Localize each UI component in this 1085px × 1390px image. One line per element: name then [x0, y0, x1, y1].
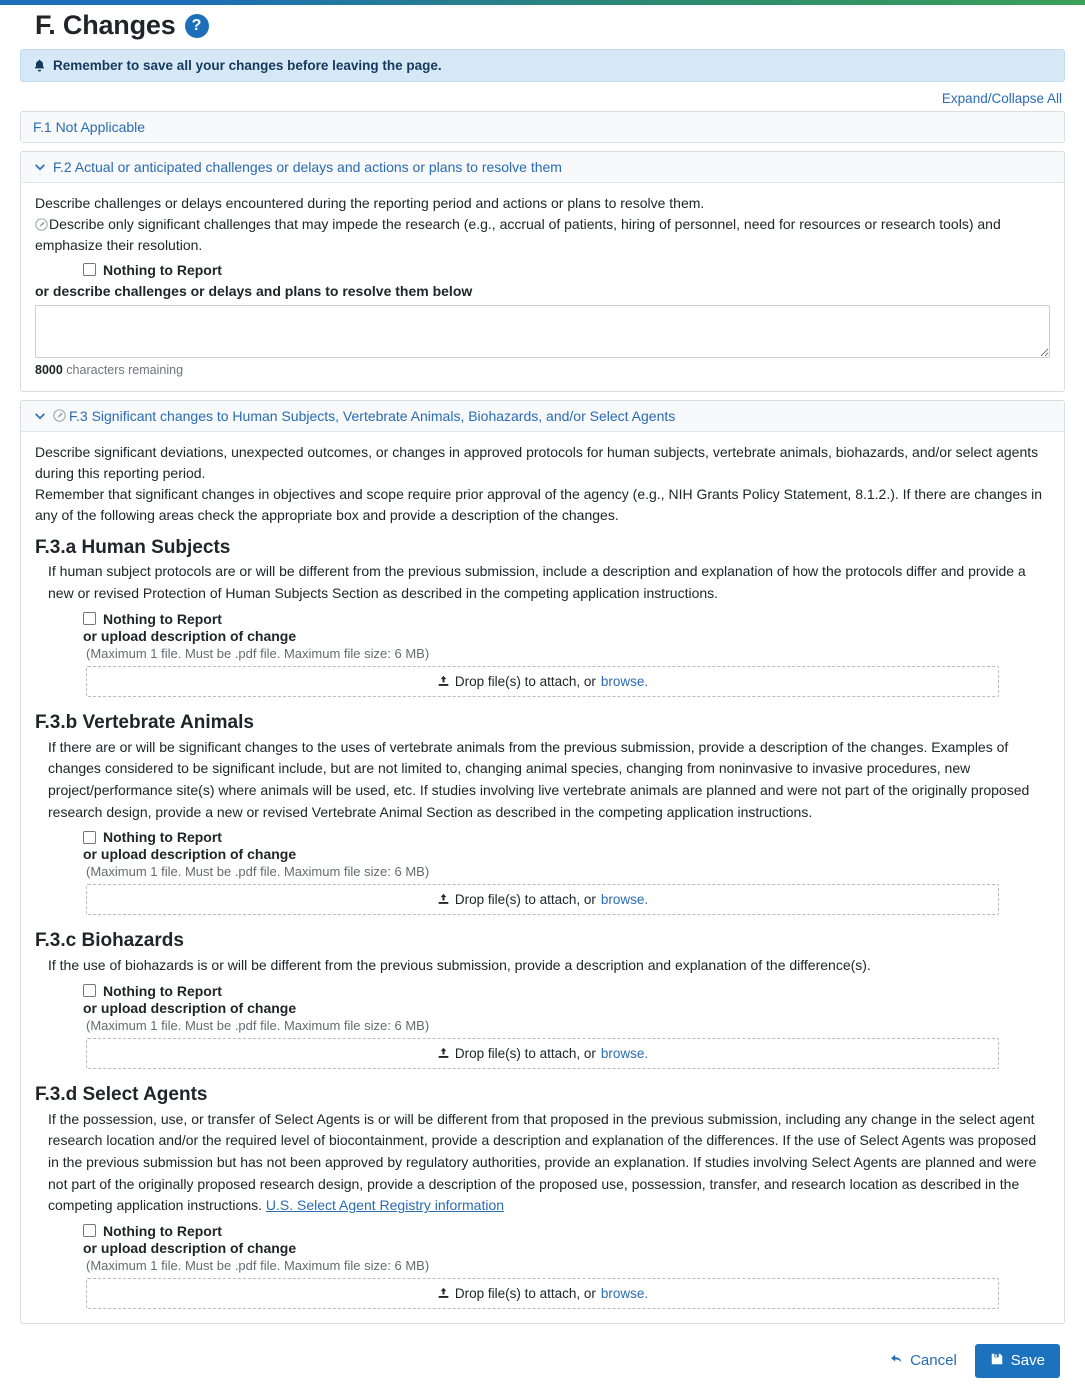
floppy-disk-icon — [990, 1352, 1004, 1370]
f2-description-textarea[interactable] — [35, 304, 1050, 358]
f3-paragraph-2: Remember that significant changes in obj… — [35, 485, 1042, 523]
footer-actions: Cancel Save — [20, 1332, 1065, 1390]
f3a-nothing-to-report-label: Nothing to Report — [103, 610, 222, 627]
f2-nothing-to-report-label: Nothing to Report — [103, 261, 222, 278]
f3b-nothing-to-report-checkbox[interactable] — [83, 830, 96, 844]
f3-paragraph-1: Describe significant deviations, unexpec… — [35, 443, 1039, 481]
subsection-heading-f3b: F.3.b Vertebrate Animals — [35, 711, 254, 733]
expand-collapse-row: Expand/Collapse All — [20, 82, 1065, 111]
f3c-or-upload-label: or upload description of change — [83, 999, 297, 1016]
f2-character-counter-number: 8000 — [35, 362, 63, 377]
page-title-row: F. Changes ? — [20, 5, 1065, 49]
question-circle-icon[interactable]: ? — [184, 13, 209, 38]
guidance-icon[interactable] — [53, 409, 67, 423]
f3d-or-upload-label: or upload description of change — [83, 1239, 297, 1256]
f3c-dropzone-text: Drop file(s) to attach, or — [454, 1045, 596, 1061]
f3b-file-dropzone[interactable]: Drop file(s) to attach, or browse. — [86, 884, 999, 916]
subsection-heading-f3a: F.3.a Human Subjects — [35, 536, 231, 558]
f3a-file-dropzone[interactable]: Drop file(s) to attach, or browse. — [86, 665, 999, 697]
upload-icon — [437, 1047, 450, 1060]
f3a-browse-link[interactable]: browse. — [601, 674, 648, 689]
cancel-button-label: Cancel — [910, 1352, 957, 1370]
section-card-f3: F.3 Significant changes to Human Subject… — [20, 399, 1065, 1324]
f3a-nothing-to-report-row[interactable]: Nothing to Report — [83, 611, 1050, 627]
page-container: F. Changes ? Remember to save all your c… — [0, 5, 1085, 1390]
section-header-f2[interactable]: F.2 Actual or anticipated challenges or … — [21, 151, 1064, 183]
section-body-f2: Describe challenges or delays encountere… — [21, 183, 1064, 391]
f3b-dropzone-text: Drop file(s) to attach, or — [454, 892, 596, 908]
section-card-f2: F.2 Actual or anticipated challenges or … — [20, 150, 1065, 392]
cancel-button[interactable]: Cancel — [887, 1348, 959, 1374]
page-title: F. Changes — [35, 10, 176, 40]
f2-character-counter-suffix: characters remaining — [66, 362, 184, 377]
upload-icon — [437, 675, 450, 688]
subsection-heading-f3d: F.3.d Select Agents — [35, 1083, 208, 1105]
f3b-or-upload-label: or upload description of change — [83, 846, 297, 863]
expand-collapse-all-link[interactable]: Expand/Collapse All — [942, 91, 1062, 106]
subsection-heading-f3c: F.3.c Biohazards — [35, 930, 184, 952]
f2-paragraph-2-row: Describe only significant challenges tha… — [35, 214, 1050, 256]
subsection-f3d: F.3.d Select Agents If the possession, u… — [35, 1083, 1050, 1309]
subsection-f3c: F.3.c Biohazards If the use of biohazard… — [35, 929, 1050, 1069]
f3a-dropzone-text: Drop file(s) to attach, or — [454, 673, 596, 689]
f3c-file-hint: (Maximum 1 file. Must be .pdf file. Maxi… — [86, 1017, 430, 1033]
f3b-nothing-to-report-row[interactable]: Nothing to Report — [83, 829, 1050, 845]
f3b-browse-link[interactable]: browse. — [601, 892, 648, 907]
f3d-dropzone-text: Drop file(s) to attach, or — [454, 1285, 596, 1301]
upload-icon — [437, 893, 450, 906]
f2-nothing-to-report-checkbox[interactable] — [83, 263, 96, 277]
f3d-file-hint: (Maximum 1 file. Must be .pdf file. Maxi… — [86, 1257, 430, 1273]
bell-icon — [33, 58, 46, 72]
f3c-nothing-to-report-row[interactable]: Nothing to Report — [83, 983, 1050, 999]
save-button-label: Save — [1010, 1352, 1045, 1370]
subsection-f3b: F.3.b Vertebrate Animals If there are or… — [35, 711, 1050, 916]
section-header-f3[interactable]: F.3 Significant changes to Human Subject… — [21, 400, 1064, 432]
f2-character-counter: 8000 characters remaining — [35, 363, 1050, 377]
f2-or-describe-label: or describe challenges or delays and pla… — [35, 282, 473, 299]
f2-textarea-wrap — [35, 304, 1050, 361]
f3b-file-hint: (Maximum 1 file. Must be .pdf file. Maxi… — [86, 864, 430, 880]
section-header-f1[interactable]: F.1 Not Applicable — [21, 111, 1064, 142]
chevron-down-icon[interactable] — [33, 409, 47, 423]
upload-icon — [437, 1287, 450, 1300]
section-card-f1: F.1 Not Applicable — [20, 110, 1065, 143]
f3d-nothing-to-report-row[interactable]: Nothing to Report — [83, 1223, 1050, 1239]
f2-nothing-to-report-row[interactable]: Nothing to Report — [83, 262, 1050, 278]
subsection-body-f3d: If the possession, use, or transfer of S… — [48, 1110, 1037, 1214]
subsection-body-f3b: If there are or will be significant chan… — [48, 738, 1030, 820]
save-button[interactable]: Save — [974, 1343, 1060, 1378]
f3c-nothing-to-report-label: Nothing to Report — [103, 982, 222, 999]
back-arrow-icon — [889, 1352, 904, 1370]
alert-text: Remember to save all your changes before… — [53, 57, 442, 73]
f2-paragraph-2: Describe only significant challenges tha… — [35, 215, 1001, 253]
section-body-f3: Describe significant deviations, unexpec… — [21, 432, 1064, 1323]
section-title-f2: F.2 Actual or anticipated challenges or … — [53, 158, 562, 175]
f3d-nothing-to-report-checkbox[interactable] — [83, 1224, 96, 1238]
guidance-icon[interactable] — [35, 216, 49, 231]
subsection-body-f3c: If the use of biohazards is or will be d… — [48, 957, 871, 974]
section-title-f1: F.1 Not Applicable — [33, 118, 146, 135]
f3d-browse-link[interactable]: browse. — [601, 1286, 648, 1301]
f3d-nothing-to-report-label: Nothing to Report — [103, 1222, 222, 1239]
f3c-nothing-to-report-checkbox[interactable] — [83, 984, 96, 998]
f3d-file-dropzone[interactable]: Drop file(s) to attach, or browse. — [86, 1277, 999, 1309]
f2-paragraph-1: Describe challenges or delays encountere… — [35, 194, 705, 211]
f3a-file-hint: (Maximum 1 file. Must be .pdf file. Maxi… — [86, 645, 430, 661]
chevron-down-icon[interactable] — [33, 160, 47, 174]
subsection-f3a: F.3.a Human Subjects If human subject pr… — [35, 536, 1050, 697]
select-agent-registry-link[interactable]: U.S. Select Agent Registry information — [266, 1197, 504, 1213]
f3c-file-dropzone[interactable]: Drop file(s) to attach, or browse. — [86, 1037, 999, 1069]
subsection-body-f3d-wrap: If the possession, use, or transfer of S… — [48, 1109, 1050, 1217]
f3b-nothing-to-report-label: Nothing to Report — [103, 829, 222, 846]
save-reminder-alert: Remember to save all your changes before… — [20, 48, 1065, 82]
f3a-or-upload-label: or upload description of change — [83, 627, 297, 644]
subsection-body-f3a: If human subject protocols are or will b… — [48, 563, 1026, 602]
f3a-nothing-to-report-checkbox[interactable] — [83, 612, 96, 626]
section-title-f3: F.3 Significant changes to Human Subject… — [69, 407, 676, 424]
f3c-browse-link[interactable]: browse. — [601, 1046, 648, 1061]
